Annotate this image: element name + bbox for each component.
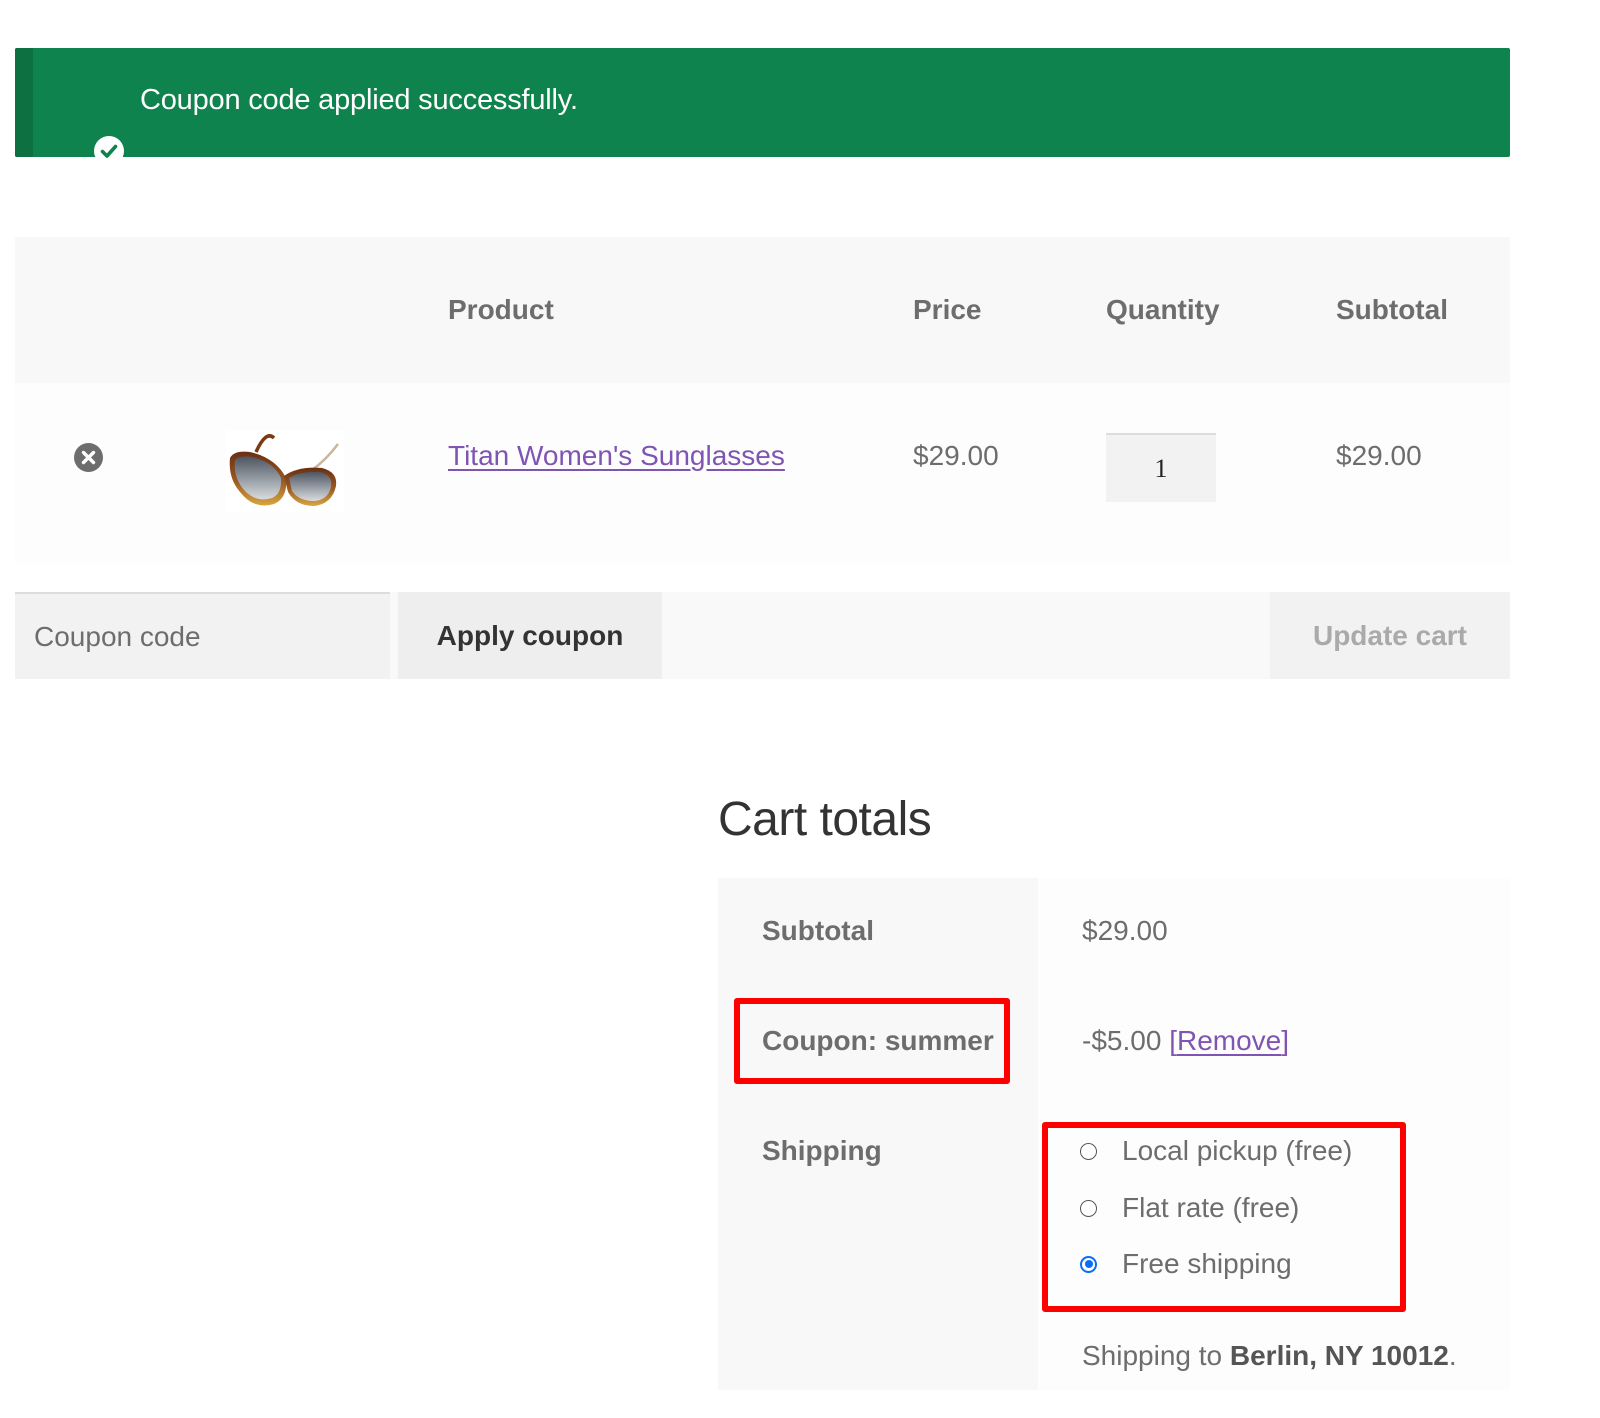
shipping-highlight-box bbox=[1042, 1122, 1406, 1312]
shipping-destination: Shipping to Berlin, NY 10012. bbox=[1082, 1340, 1457, 1372]
subtotal-label: Subtotal bbox=[762, 915, 874, 946]
shipping-to-suffix: . bbox=[1448, 1340, 1457, 1371]
header-quantity: Quantity bbox=[1106, 294, 1220, 325]
update-cart-button[interactable]: Update cart bbox=[1270, 592, 1510, 679]
product-price: $29.00 bbox=[913, 440, 999, 471]
remove-coupon-label: Remove bbox=[1176, 1025, 1282, 1056]
bracket-open: [ bbox=[1169, 1025, 1177, 1056]
shipping-label: Shipping bbox=[762, 1135, 882, 1166]
header-subtotal: Subtotal bbox=[1336, 294, 1448, 325]
coupon-highlight-box bbox=[734, 998, 1010, 1084]
coupon-code-input[interactable] bbox=[15, 592, 390, 679]
shipping-location: Berlin, NY 10012 bbox=[1229, 1340, 1449, 1371]
apply-coupon-button[interactable]: Apply coupon bbox=[398, 592, 662, 679]
subtotal-value: $29.00 bbox=[1082, 915, 1168, 946]
sunglasses-image bbox=[229, 434, 339, 506]
cart-totals-title: Cart totals bbox=[718, 793, 932, 846]
header-price: Price bbox=[913, 294, 982, 325]
remove-coupon-link[interactable]: [Remove] bbox=[1169, 1025, 1289, 1056]
product-name-link[interactable]: Titan Women's Sunglasses bbox=[448, 440, 785, 472]
coupon-discount-row: -$5.00 [Remove] bbox=[1082, 1025, 1289, 1057]
shipping-to-prefix: Shipping to bbox=[1082, 1340, 1230, 1371]
product-subtotal: $29.00 bbox=[1336, 440, 1422, 471]
bracket-close: ] bbox=[1281, 1025, 1290, 1056]
product-thumbnail[interactable] bbox=[226, 430, 344, 512]
cart-table-header bbox=[15, 237, 1510, 383]
header-product: Product bbox=[448, 294, 554, 325]
remove-item-button[interactable] bbox=[74, 443, 103, 472]
coupon-discount: -$5.00 bbox=[1082, 1025, 1162, 1056]
quantity-input[interactable] bbox=[1106, 433, 1216, 502]
notice-message: Coupon code applied successfully. bbox=[140, 84, 578, 116]
remove-circle-icon bbox=[81, 450, 96, 465]
notice-accent-bar bbox=[15, 48, 33, 157]
check-circle-icon bbox=[94, 136, 124, 171]
